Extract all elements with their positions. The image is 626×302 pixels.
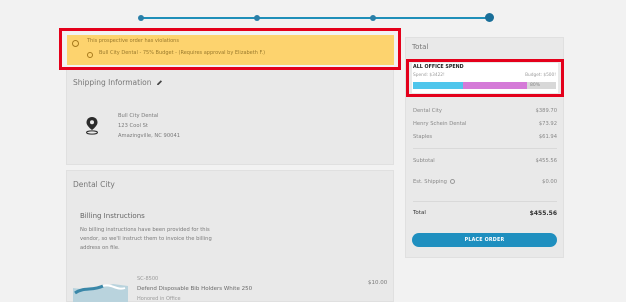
- grand-total-label: Total: [413, 210, 426, 216]
- step-3-dot[interactable]: [370, 15, 376, 21]
- stepper-line: [140, 17, 488, 19]
- line-label-staples: Staples: [413, 134, 433, 140]
- address-line-2: 123 Cool St: [118, 123, 148, 129]
- product-image: [73, 284, 128, 302]
- progress-stepper: [138, 13, 494, 22]
- billing-instructions-title: Billing Instructions: [80, 212, 145, 220]
- subtotal-label: Subtotal: [413, 158, 435, 164]
- address-line-1: Bull City Dental: [118, 113, 159, 119]
- vendor-title: Dental City: [73, 180, 115, 189]
- grand-total-value: $455.56: [529, 210, 557, 217]
- product-sku: SC-8500: [137, 276, 159, 282]
- step-1-dot[interactable]: [138, 15, 144, 21]
- shipping-address: Bull City Dental 123 Cool St Amazingvill…: [118, 111, 180, 141]
- line-value-dental-city: $389.70: [535, 108, 557, 114]
- subtotal-value: $455.56: [535, 158, 557, 164]
- total-title: Total: [412, 43, 429, 51]
- step-4-dot[interactable]: [485, 13, 494, 22]
- edit-pencil-icon[interactable]: [156, 80, 163, 86]
- location-pin-icon: [86, 117, 98, 135]
- address-line-3: Amazingville, NC 90041: [118, 133, 181, 139]
- divider: [413, 201, 557, 202]
- line-label-henry-schein: Henry Schein Dental: [413, 121, 467, 127]
- info-icon[interactable]: [450, 179, 455, 184]
- product-price: $10.00: [368, 280, 388, 286]
- line-label-dental-city: Dental City: [413, 108, 442, 114]
- place-order-button[interactable]: PLACE ORDER: [412, 233, 557, 247]
- line-value-staples: $61.94: [538, 134, 557, 140]
- violation-highlight-box: [59, 28, 401, 70]
- billing-instructions-text: No billing instructions have been provid…: [80, 227, 212, 251]
- step-2-dot[interactable]: [254, 15, 260, 21]
- spend-highlight-box: [406, 59, 564, 97]
- line-value-henry-schein: $73.92: [538, 121, 557, 127]
- shipping-estimate-label: Est. Shipping: [413, 179, 447, 185]
- product-note: Honored in Office: [137, 296, 181, 302]
- product-name[interactable]: Defend Disposable Bib Holders White 250: [137, 286, 252, 292]
- shipping-estimate-value: $0.00: [542, 179, 557, 185]
- divider: [413, 148, 557, 149]
- shipping-title: Shipping Information: [73, 78, 152, 87]
